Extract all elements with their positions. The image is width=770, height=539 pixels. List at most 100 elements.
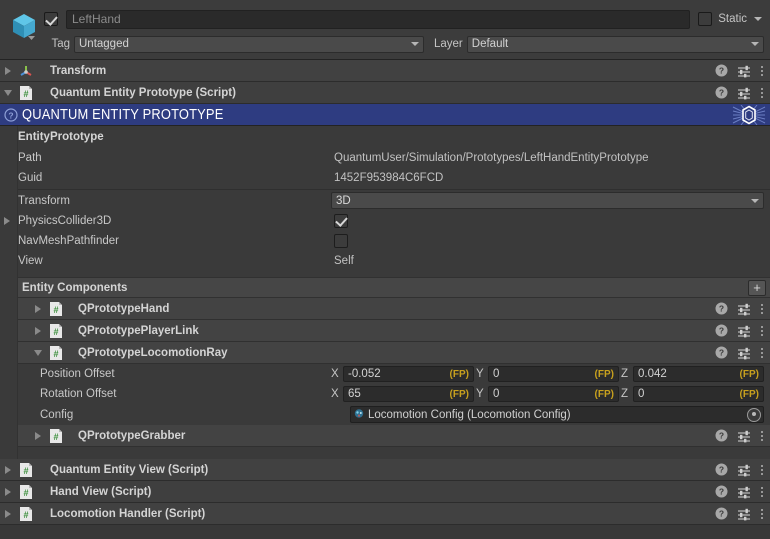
tag-dropdown[interactable]: Untagged [74, 35, 424, 53]
position-offset-x-input[interactable]: -0.052 (FP) [343, 366, 474, 382]
kebab-menu-icon[interactable] [760, 64, 764, 78]
help-icon[interactable]: ? [715, 302, 728, 315]
help-icon[interactable]: ? [715, 429, 728, 442]
help-info-icon[interactable]: ? [4, 107, 18, 122]
config-object-field[interactable]: Locomotion Config (Locomotion Config) [350, 406, 764, 423]
rotation-offset-z-input[interactable]: 0 (FP) [633, 386, 764, 402]
component-row-quantum-entity-view[interactable]: # Quantum Entity View (Script) ? [0, 459, 770, 481]
script-icon: # [18, 506, 34, 522]
path-label: Path [18, 152, 42, 164]
kebab-menu-icon[interactable] [760, 463, 764, 477]
position-offset-z-input[interactable]: 0.042 (FP) [633, 366, 764, 382]
entity-component-row-playerlink[interactable]: # QPrototypePlayerLink ? [18, 320, 770, 342]
physics-collider-row: PhysicsCollider3D [4, 211, 770, 231]
help-icon[interactable]: ? [715, 86, 728, 99]
component-row-quantum-entity-prototype[interactable]: # Quantum Entity Prototype (Script) ? [0, 82, 770, 104]
kebab-menu-icon[interactable] [760, 429, 764, 443]
value: 0 [493, 368, 500, 380]
transform-mode-label: Transform [18, 194, 70, 207]
rotation-offset-fields: X 65 (FP) Y 0 (FP) Z 0 (FP) [331, 386, 764, 403]
component-row-transform[interactable]: Transform ? [0, 60, 770, 82]
layer-value: Default [471, 38, 509, 50]
help-icon[interactable]: ? [715, 346, 728, 359]
hand-foldout-arrow[interactable] [30, 304, 46, 313]
kebab-menu-icon[interactable] [760, 346, 764, 360]
component-title: Quantum Entity Prototype (Script) [50, 86, 236, 99]
cube-prefab-icon[interactable] [8, 10, 40, 42]
value: 65 [348, 388, 361, 400]
preset-icon[interactable] [737, 86, 751, 100]
preset-icon[interactable] [737, 64, 751, 78]
entity-component-row-hand[interactable]: # QPrototypeHand ? [18, 298, 770, 320]
chevron-down-icon [411, 42, 419, 46]
transform-foldout-arrow[interactable] [0, 66, 16, 75]
kebab-menu-icon[interactable] [760, 324, 764, 338]
preset-icon[interactable] [737, 346, 751, 360]
quantum-prototype-body: EntityPrototype Path QuantumUser/Simulat… [0, 126, 770, 277]
script-icon: # [48, 428, 64, 444]
preset-icon[interactable] [737, 302, 751, 316]
help-icon[interactable]: ? [715, 507, 728, 520]
component-row-icons: ? [715, 425, 764, 446]
gameobject-name-input[interactable]: LeftHand [66, 9, 691, 29]
asset-config-icon [353, 408, 366, 421]
add-component-button[interactable]: + [748, 280, 766, 296]
position-offset-fields: X -0.052 (FP) Y 0 (FP) Z 0.042 (FP) [331, 366, 764, 383]
physics-collider-foldout-arrow[interactable] [4, 217, 10, 225]
kebab-menu-icon[interactable] [760, 86, 764, 100]
svg-text:#: # [53, 349, 58, 359]
help-icon[interactable]: ? [715, 463, 728, 476]
rotation-offset-x-input[interactable]: 65 (FP) [343, 386, 474, 402]
quantum-entity-view-foldout-arrow[interactable] [0, 465, 16, 474]
kebab-menu-icon[interactable] [760, 485, 764, 499]
svg-text:#: # [53, 305, 58, 315]
gameobject-enabled-checkbox[interactable] [44, 12, 58, 26]
physics-collider-checkbox[interactable] [334, 214, 348, 228]
config-label: Config [40, 408, 74, 421]
rotation-offset-y-input[interactable]: 0 (FP) [488, 386, 619, 402]
position-offset-y-input[interactable]: 0 (FP) [488, 366, 619, 382]
navmesh-pathfinder-checkbox[interactable] [334, 234, 348, 248]
preset-icon[interactable] [737, 463, 751, 477]
locomotionray-foldout-arrow[interactable] [30, 349, 46, 356]
object-picker-icon[interactable] [747, 407, 761, 422]
help-icon[interactable]: ? [715, 485, 728, 498]
axis-label-z: Z [621, 388, 629, 400]
static-checkbox[interactable] [698, 12, 713, 26]
help-icon[interactable]: ? [715, 324, 728, 337]
component-row-locomotion-handler[interactable]: # Locomotion Handler (Script) ? [0, 503, 770, 525]
svg-text:?: ? [719, 304, 724, 314]
view-row: View Self [18, 251, 770, 271]
preset-icon[interactable] [737, 507, 751, 521]
static-dropdown-icon[interactable] [754, 17, 762, 21]
help-icon[interactable]: ? [715, 64, 728, 77]
locomotion-handler-foldout-arrow[interactable] [0, 509, 16, 518]
component-row-icons: ? [715, 60, 764, 81]
component-row-hand-view[interactable]: # Hand View (Script) ? [0, 481, 770, 503]
preset-icon[interactable] [737, 485, 751, 499]
grabber-foldout-arrow[interactable] [30, 431, 46, 440]
chevron-down-icon [751, 42, 759, 46]
rotation-offset-z: Z 0 (FP) [621, 386, 764, 403]
svg-text:?: ? [719, 66, 724, 76]
entity-component-row-locomotionray[interactable]: # QPrototypeLocomotionRay ? [18, 342, 770, 364]
component-row-icons: ? [715, 481, 764, 502]
entity-component-row-grabber[interactable]: # QPrototypeGrabber ? [18, 425, 770, 447]
kebab-menu-icon[interactable] [760, 507, 764, 521]
layer-label: Layer [434, 38, 463, 50]
layer-dropdown[interactable]: Default [466, 35, 764, 53]
path-value: QuantumUser/Simulation/Prototypes/LeftHa… [334, 152, 649, 164]
path-row: Path QuantumUser/Simulation/Prototypes/L… [18, 148, 770, 168]
kebab-menu-icon[interactable] [760, 302, 764, 316]
svg-text:#: # [53, 432, 58, 442]
axis-label-y: Y [476, 388, 484, 400]
svg-text:#: # [23, 510, 28, 520]
transform-mode-dropdown[interactable]: 3D [331, 192, 764, 209]
svg-text:?: ? [8, 110, 13, 120]
preset-icon[interactable] [737, 324, 751, 338]
playerlink-foldout-arrow[interactable] [30, 326, 46, 335]
preset-icon[interactable] [737, 429, 751, 443]
hand-view-foldout-arrow[interactable] [0, 487, 16, 496]
quantum-prototype-foldout-arrow[interactable] [0, 89, 16, 96]
entity-components-wrapper: Entity Components + # QPrototypeHand ? #… [0, 277, 770, 459]
